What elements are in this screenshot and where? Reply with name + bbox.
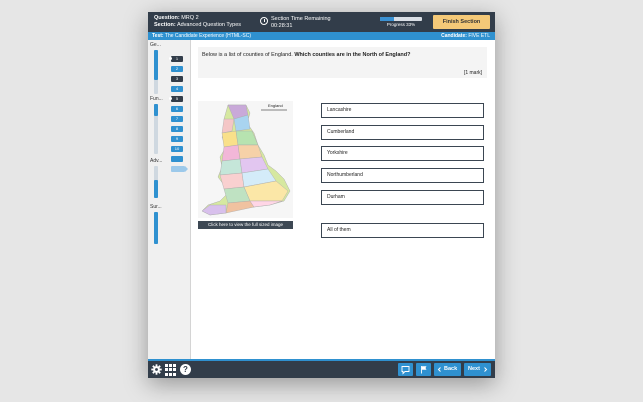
england-map-image[interactable]: England: [198, 101, 293, 218]
candidate-value: FIVE ETL: [468, 33, 490, 39]
flag-dot-icon: [169, 97, 172, 100]
chevron-right-icon: [484, 367, 488, 372]
question-label: Question:: [154, 15, 180, 21]
question-nav-11[interactable]: [171, 156, 183, 162]
england-counties-map: England: [201, 103, 291, 216]
progress-bar: [380, 17, 422, 21]
option-durham[interactable]: Durham: [321, 190, 484, 205]
progress-fill: [380, 17, 394, 21]
question-text: Below is a list of counties of England. …: [202, 52, 410, 58]
mark-value: [1 mark]: [463, 70, 482, 76]
question-value: MRQ 2: [181, 15, 199, 21]
section-functionality-progress: [154, 104, 158, 154]
question-nav-3[interactable]: 3: [171, 76, 183, 82]
grid-navigation-icon[interactable]: [165, 364, 177, 376]
section-value: Advanced Question Types: [176, 21, 242, 28]
section-advanced-label[interactable]: Adv...: [150, 158, 162, 164]
question-nav-8[interactable]: 8: [171, 126, 183, 132]
section-advanced-progress: [154, 166, 158, 198]
settings-gear-icon[interactable]: [151, 364, 162, 375]
section-general-progress: [154, 50, 158, 94]
navigation-sidebar: Ge... Fun... Adv... Sur... 1 2 3 4 5 6 7…: [148, 40, 191, 359]
question-nav-7[interactable]: 7: [171, 116, 183, 122]
flag-icon: [421, 366, 427, 374]
timer-label: Section Time Remaining: [271, 16, 331, 22]
flag-button[interactable]: [416, 363, 431, 376]
option-cumberland[interactable]: Cumberland: [321, 125, 484, 140]
question-nav-1[interactable]: 1: [169, 56, 183, 62]
map-title: England: [268, 103, 283, 108]
timer-value: 00:28:31: [271, 22, 293, 29]
flag-dot-icon: [169, 57, 172, 60]
help-icon[interactable]: ?: [180, 364, 191, 375]
next-label: Next: [468, 366, 480, 372]
chevron-left-icon: [437, 367, 441, 372]
question-info: Question: MRQ 2 Section: Advanced Questi…: [154, 15, 241, 28]
view-full-image-button[interactable]: Click here to view the full sized image: [198, 221, 293, 229]
question-box: Below is a list of counties of England. …: [198, 47, 487, 78]
speech-bubble-icon: [401, 366, 410, 375]
option-lancashire[interactable]: Lancashire: [321, 103, 484, 118]
comment-button[interactable]: [398, 363, 413, 376]
option-yorkshire[interactable]: Yorkshire: [321, 146, 484, 161]
question-nav-4[interactable]: 4: [171, 86, 183, 92]
question-nav-2[interactable]: 2: [171, 66, 183, 72]
top-bar: Question: MRQ 2 Section: Advanced Questi…: [148, 12, 495, 32]
bottom-bar: ? Back Next: [148, 359, 495, 378]
question-nav-5[interactable]: 5: [169, 96, 183, 102]
test-label: Test:: [152, 33, 164, 39]
section-label: Section:: [154, 21, 176, 28]
option-northumberland[interactable]: Northumberland: [321, 168, 484, 183]
finish-section-button[interactable]: Finish Section: [433, 15, 490, 29]
candidate-label: Candidate:: [441, 33, 467, 39]
question-nav-6[interactable]: 6: [171, 106, 183, 112]
progress: Progress 33%: [380, 17, 422, 27]
test-bar: Test: The Candidate Experience (HTML-SC)…: [148, 32, 495, 40]
section-functionality-label[interactable]: Fun...: [150, 96, 163, 102]
back-label: Back: [444, 366, 458, 372]
back-button[interactable]: Back: [434, 363, 461, 376]
progress-label: Progress 33%: [386, 22, 416, 27]
question-text-plain: Below is a list of counties of England.: [202, 52, 295, 58]
exam-window: Question: MRQ 2 Section: Advanced Questi…: [148, 12, 495, 378]
question-text-bold: Which counties are in the North of Engla…: [294, 52, 411, 58]
test-value: The Candidate Experience (HTML-SC): [164, 33, 252, 39]
option-all-of-them[interactable]: All of them: [321, 223, 484, 238]
section-survey-label[interactable]: Sur...: [150, 204, 162, 210]
section-timer: Section Time Remaining 00:28:31: [260, 16, 331, 29]
clock-icon: [260, 17, 268, 25]
question-nav-10[interactable]: 10: [171, 146, 183, 152]
question-nav-current[interactable]: [171, 166, 188, 172]
question-nav-9[interactable]: 9: [171, 136, 183, 142]
section-general-label[interactable]: Ge...: [150, 42, 161, 48]
next-button[interactable]: Next: [464, 363, 491, 376]
section-survey-progress: [154, 212, 158, 244]
question-content: Below is a list of counties of England. …: [191, 40, 495, 359]
